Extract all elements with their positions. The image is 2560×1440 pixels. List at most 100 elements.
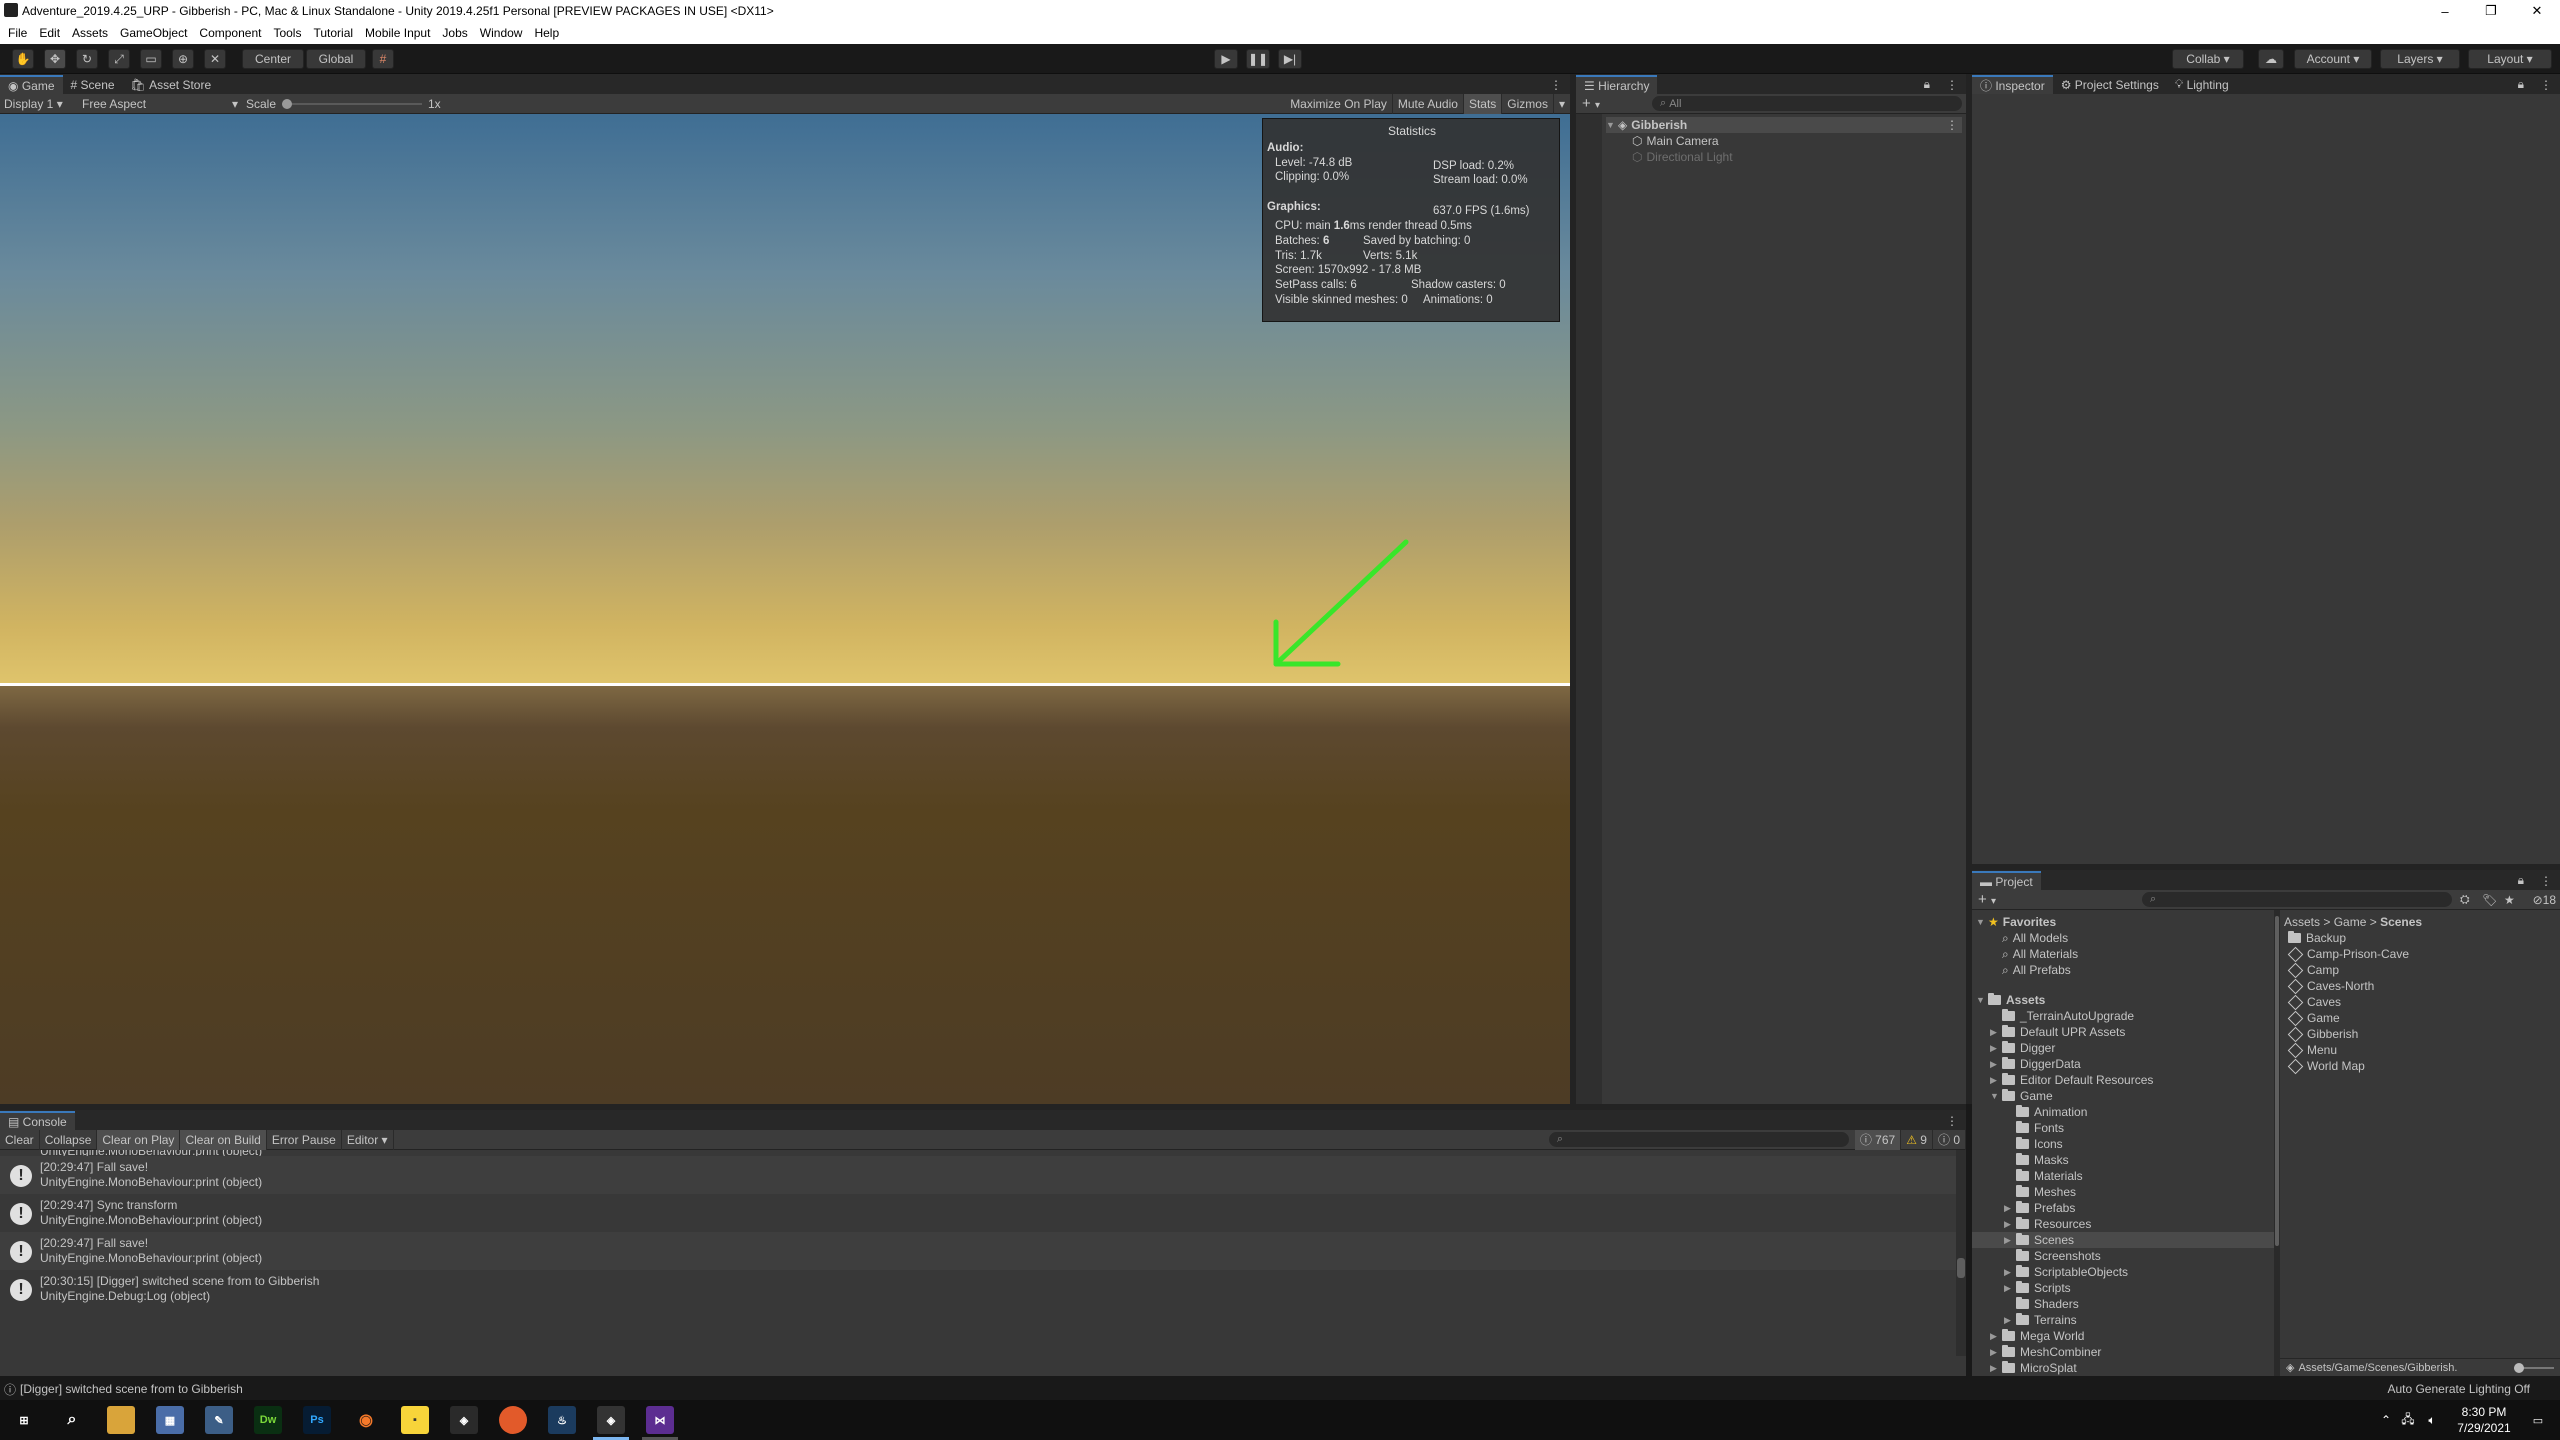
project-menu-icon[interactable]: ⋮ — [2532, 871, 2560, 890]
console-clear-button[interactable]: Clear — [0, 1129, 40, 1150]
collab-button[interactable]: Collab ▾ — [2172, 49, 2244, 69]
calculator-icon[interactable]: ▦ — [156, 1406, 184, 1434]
menu-gameobject[interactable]: GameObject — [120, 22, 187, 44]
tree-folder-item[interactable]: Masks — [1972, 1152, 2274, 1168]
content-scene-item[interactable]: Camp-Prison-Cave — [2287, 946, 2409, 962]
tree-folder-item[interactable]: Fonts — [1972, 1120, 2274, 1136]
play-button[interactable]: ▶ — [1214, 49, 1238, 69]
tab-console[interactable]: ▤ Console — [0, 1111, 75, 1130]
hidden-packages-count[interactable]: ⊘18 — [2526, 893, 2560, 907]
hierarchy-lock-icon[interactable]: 🔒︎ — [1916, 75, 1938, 94]
volume-icon[interactable]: 🔈︎ — [2418, 1406, 2446, 1434]
tree-folder-item[interactable]: ▶ MeshCombiner — [1972, 1344, 2274, 1360]
menu-jobs[interactable]: Jobs — [442, 22, 467, 44]
tree-folder-item[interactable]: ▶ Resources — [1972, 1216, 2274, 1232]
tab-project[interactable]: ▬ Project — [1972, 871, 2041, 890]
transform-tool-icon[interactable]: ⊕ — [172, 49, 194, 69]
project-search-input[interactable]: ⌕ — [2142, 892, 2452, 907]
rect-tool-icon[interactable]: ▭ — [140, 49, 162, 69]
expand-arrow-icon[interactable]: ▶ — [2004, 1267, 2016, 1278]
rotate-tool-icon[interactable]: ↻ — [76, 49, 98, 69]
tree-folder-item[interactable]: Meshes — [1972, 1184, 2274, 1200]
unity-hub-icon[interactable]: ◈ — [450, 1406, 478, 1434]
windows-start-icon[interactable]: ⊞ — [10, 1406, 38, 1434]
custom-tool-icon[interactable]: ✕ — [204, 49, 226, 69]
tab-project-settings[interactable]: ⚙ Project Settings — [2053, 75, 2167, 94]
log-count-toggle[interactable]: ⓘ 767 — [1854, 1129, 1902, 1150]
expand-arrow-icon[interactable]: ▶ — [1990, 1043, 2002, 1054]
pivot-center-button[interactable]: Center — [242, 49, 304, 69]
hand-tool-icon[interactable]: ✋ — [12, 49, 34, 69]
console-collapse-toggle[interactable]: Collapse — [40, 1129, 98, 1150]
tree-folder-item[interactable]: Shaders — [1972, 1296, 2274, 1312]
space-global-button[interactable]: Global — [306, 49, 366, 69]
search-icon[interactable]: ⌕ — [58, 1406, 86, 1434]
file-explorer-icon[interactable] — [107, 1406, 135, 1434]
expand-arrow-icon[interactable]: ▶ — [1990, 1059, 2002, 1070]
menu-tutorial[interactable]: Tutorial — [313, 22, 353, 44]
tree-folder-item[interactable]: ▶ Mega World — [1972, 1328, 2274, 1344]
game-panel-menu-icon[interactable]: ⋮ — [1542, 75, 1570, 94]
move-tool-icon[interactable]: ✥ — [44, 49, 66, 69]
console-scroll-thumb[interactable] — [1957, 1258, 1965, 1278]
tab-inspector[interactable]: ⓘ Inspector — [1972, 75, 2053, 94]
console-log-row[interactable]: ! [20:29:47] Fall save! UnityEngine.MonoBe… — [0, 1156, 1956, 1194]
search-by-label-icon[interactable]: 🏷︎ — [2482, 893, 2504, 907]
expand-arrow-icon[interactable]: ▶ — [2004, 1283, 2016, 1294]
content-scene-item[interactable]: Caves-North — [2287, 978, 2374, 994]
tree-folder-item[interactable]: ▶ DiggerData — [1972, 1056, 2274, 1072]
step-button[interactable]: ▶| — [1278, 49, 1302, 69]
expand-arrow-icon[interactable]: ▶ — [1990, 1347, 2002, 1358]
tree-folder-item[interactable]: ▶ Editor Default Resources — [1972, 1072, 2274, 1088]
tree-folder-item[interactable]: ▶ Scenes — [1972, 1232, 2274, 1248]
maximize-on-play-toggle[interactable]: Maximize On Play — [1285, 93, 1393, 114]
favorites-header[interactable]: ▼ ★ Favorites — [1976, 914, 2056, 930]
search-by-type-icon[interactable]: ⛭ — [2460, 892, 2482, 907]
tree-folder-item[interactable]: ▶ Scripts — [1972, 1280, 2274, 1296]
tab-lighting[interactable]: 💡︎ Lighting — [2167, 75, 2237, 94]
console-log-row[interactable]: ! [20:29:47] Sync transform UnityEngine.Mo… — [0, 1194, 1956, 1232]
pause-button[interactable]: ❚❚ — [1246, 49, 1270, 69]
content-scene-item[interactable]: Camp — [2287, 962, 2339, 978]
inspector-lock-icon[interactable]: 🔒︎ — [2510, 75, 2532, 94]
content-scene-item[interactable]: Caves — [2287, 994, 2341, 1010]
menu-mobile-input[interactable]: Mobile Input — [365, 22, 430, 44]
hierarchy-item-directional-light[interactable]: ⬡ Directional Light — [1632, 149, 1733, 165]
firefox-icon[interactable] — [499, 1406, 527, 1434]
notepad-icon[interactable]: ✎ — [205, 1406, 233, 1434]
steam-icon[interactable]: ♨ — [548, 1406, 576, 1434]
tree-folder-item[interactable]: Screenshots — [1972, 1248, 2274, 1264]
content-scene-item[interactable]: Game — [2287, 1010, 2340, 1026]
status-message[interactable]: [Digger] switched scene from to Gibberis… — [20, 1382, 243, 1396]
hierarchy-item-main-camera[interactable]: ⬡ Main Camera — [1632, 133, 1719, 149]
tree-folder-item[interactable]: Icons — [1972, 1136, 2274, 1152]
create-add-icon[interactable]: + ▾ — [1576, 95, 1612, 112]
project-lock-icon[interactable]: 🔒︎ — [2510, 871, 2532, 890]
layout-dropdown[interactable]: Layout ▾ — [2468, 49, 2552, 69]
tree-folder-item[interactable]: ▶ MicroSplat — [1972, 1360, 2274, 1376]
tab-scene[interactable]: # Scene — [63, 75, 123, 94]
stats-toggle[interactable]: Stats — [1463, 93, 1503, 114]
expand-arrow-icon[interactable]: ▶ — [2004, 1203, 2016, 1214]
notifications-icon[interactable]: ▭ — [2524, 1406, 2552, 1434]
photoshop-icon[interactable]: Ps — [303, 1406, 331, 1434]
tab-asset-store[interactable]: 🛍 Asset Store — [123, 75, 220, 94]
assets-root[interactable]: ▼ Assets — [1976, 992, 2045, 1008]
project-create-icon[interactable]: + ▾ — [1972, 891, 2008, 908]
menu-file[interactable]: File — [8, 22, 27, 44]
dreamweaver-icon[interactable]: Dw — [254, 1406, 282, 1434]
tree-folder-item[interactable]: ▶ Digger — [1972, 1040, 2274, 1056]
cloud-icon[interactable]: ☁ — [2258, 49, 2284, 69]
icon-size-slider[interactable] — [2514, 1363, 2554, 1373]
tree-folder-item[interactable]: ▶ Terrains — [1972, 1312, 2274, 1328]
tree-folder-item[interactable]: Materials — [1972, 1168, 2274, 1184]
clear-on-build-toggle[interactable]: Clear on Build — [180, 1129, 267, 1150]
tree-folder-item[interactable]: ▶ ScriptableObjects — [1972, 1264, 2274, 1280]
account-dropdown[interactable]: Account ▾ — [2294, 49, 2372, 69]
expand-arrow-icon[interactable]: ▶ — [1990, 1027, 2002, 1038]
clear-on-play-toggle[interactable]: Clear on Play — [97, 1129, 181, 1150]
gizmos-toggle[interactable]: Gizmos — [1502, 93, 1554, 114]
content-scene-item[interactable]: Gibberish — [2287, 1026, 2358, 1042]
console-scrollbar[interactable] — [1956, 1150, 1966, 1356]
console-log-row[interactable]: ! [20:30:15] [Digger] switched scene from… — [0, 1270, 1956, 1308]
